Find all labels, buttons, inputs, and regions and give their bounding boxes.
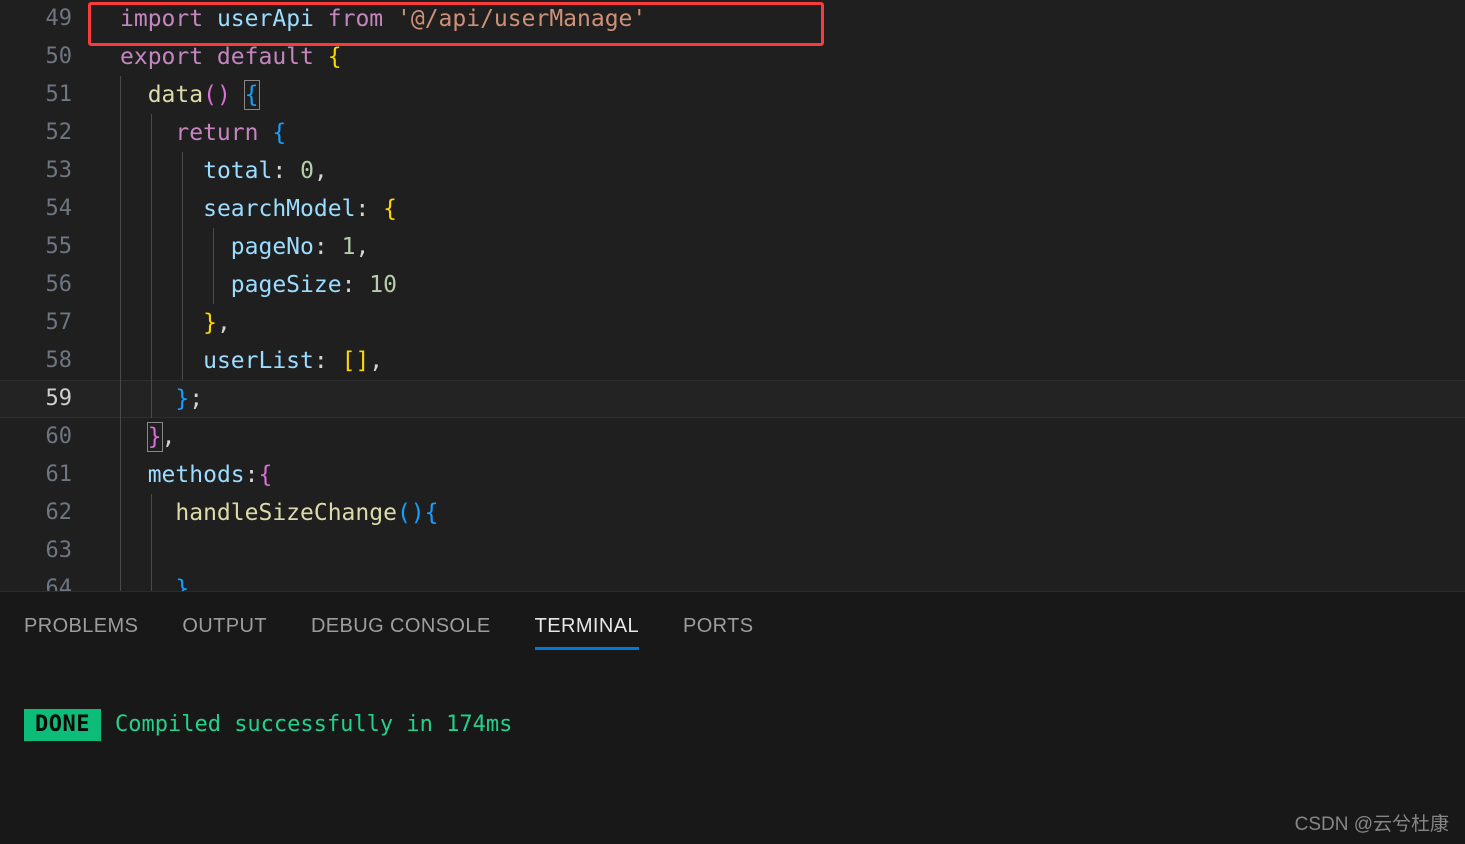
code-line-active[interactable]: 59 };: [0, 380, 1465, 418]
watermark: CSDN @云兮杜康: [1294, 814, 1449, 835]
line-number: 51: [45, 82, 73, 107]
code-line[interactable]: 49 import userApi from '@/api/userManage…: [0, 0, 1465, 38]
line-number: 62: [45, 500, 73, 525]
code-line-text: handleSizeChange(){: [175, 500, 439, 526]
line-number: 64: [45, 576, 73, 591]
compiled-message: Compiled successfully in 174ms: [114, 712, 513, 737]
code-line-text: searchModel: {: [203, 196, 397, 222]
line-number: 58: [45, 348, 73, 373]
code-line[interactable]: 60 },: [0, 418, 1465, 456]
code-line-text: pageSize: 10: [230, 272, 397, 298]
line-number: 63: [45, 538, 73, 563]
line-number: 53: [45, 158, 73, 183]
code-line[interactable]: 61 methods:{: [0, 456, 1465, 494]
terminal-output[interactable]: DONECompiled successfully in 174ms App r…: [0, 660, 1465, 844]
active-line-highlight: [0, 380, 1465, 418]
tab-terminal[interactable]: TERMINAL: [534, 592, 640, 660]
line-number: 57: [45, 310, 73, 335]
code-line[interactable]: 53 total: 0,: [0, 152, 1465, 190]
code-line[interactable]: 50 export default {: [0, 38, 1465, 76]
code-line-text: export default {: [120, 44, 342, 70]
tab-problems[interactable]: PROBLEMS: [24, 592, 138, 660]
code-line-text: userList: [],: [203, 348, 384, 374]
line-number: 56: [45, 272, 73, 297]
code-line-text: },: [203, 310, 231, 336]
code-line[interactable]: 58 userList: [],: [0, 342, 1465, 380]
code-line-text: methods:{: [147, 462, 273, 488]
code-line[interactable]: 51 data() {: [0, 76, 1465, 114]
code-line[interactable]: 54 searchModel: {: [0, 190, 1465, 228]
line-number: 60: [45, 424, 73, 449]
code-line-text: }: [175, 576, 190, 591]
terminal-line-compiled: DONE Compiled successfully in 174ms: [24, 708, 1465, 742]
code-line-text: return {: [175, 120, 287, 146]
status-badge-done: DONE: [24, 709, 101, 741]
code-line-text: data() {: [147, 80, 260, 110]
code-line[interactable]: 62 handleSizeChange(){: [0, 494, 1465, 532]
code-line-text: };: [175, 386, 204, 412]
line-number: 55: [45, 234, 73, 259]
code-line-text: total: 0,: [203, 158, 328, 184]
tab-debug-console[interactable]: DEBUG CONSOLE: [311, 592, 491, 660]
line-number: 54: [45, 196, 73, 221]
line-number: 50: [45, 44, 73, 69]
line-number: 49: [45, 6, 73, 31]
code-line-text: import userApi from '@/api/userManage': [120, 6, 647, 32]
code-editor[interactable]: 49 import userApi from '@/api/userManage…: [0, 0, 1465, 591]
code-line[interactable]: 56 pageSize: 10: [0, 266, 1465, 304]
code-line[interactable]: 63: [0, 532, 1465, 570]
tab-ports[interactable]: PORTS: [683, 592, 754, 660]
code-line[interactable]: 64 }: [0, 570, 1465, 591]
line-number: 52: [45, 120, 73, 145]
indent-guide: [151, 532, 152, 570]
code-line[interactable]: 55 pageNo: 1,: [0, 228, 1465, 266]
line-number: 61: [45, 462, 73, 487]
panel-tab-bar[interactable]: PROBLEMS OUTPUT DEBUG CONSOLE TERMINAL P…: [0, 592, 1465, 660]
line-number: 59: [45, 386, 73, 411]
bottom-panel[interactable]: PROBLEMS OUTPUT DEBUG CONSOLE TERMINAL P…: [0, 591, 1465, 844]
code-line[interactable]: 52 return {: [0, 114, 1465, 152]
code-line-text: },: [146, 422, 176, 452]
tab-output[interactable]: OUTPUT: [182, 592, 267, 660]
code-line[interactable]: 57 },: [0, 304, 1465, 342]
code-line-text: pageNo: 1,: [230, 234, 370, 260]
